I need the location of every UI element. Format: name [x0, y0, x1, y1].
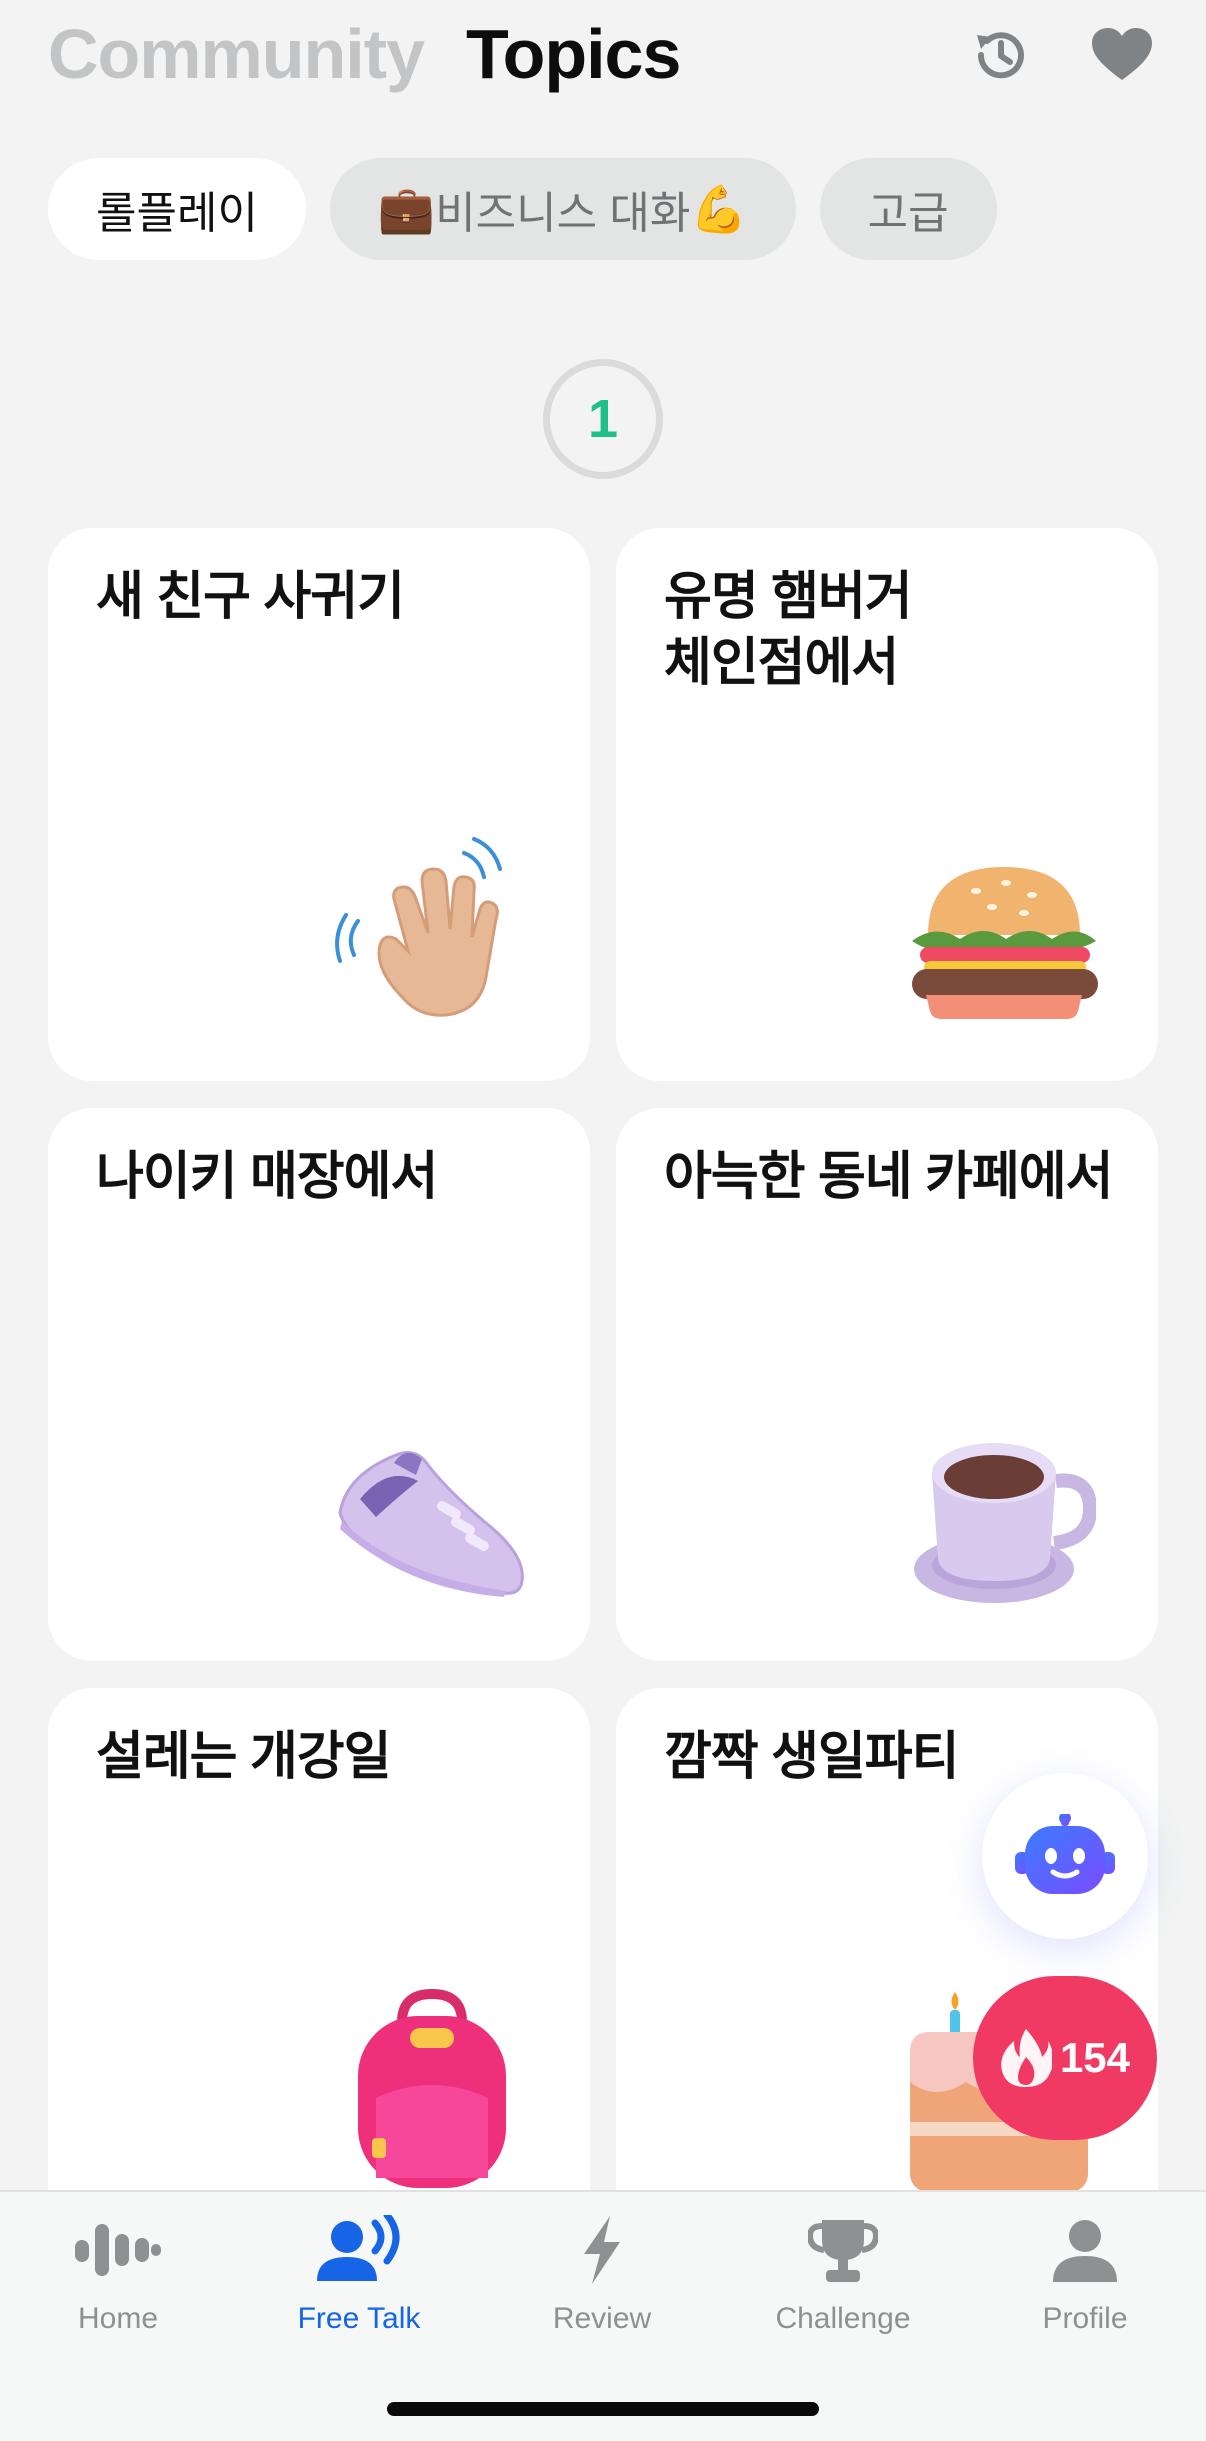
tab-free-talk[interactable]: Free Talk [259, 2210, 459, 2336]
tab-label: Home [77, 2302, 159, 2335]
flexed-biceps-icon: 💪 [690, 182, 748, 235]
topic-title: 설레는 개강일 [96, 1728, 391, 1786]
step-indicator: 1 [543, 359, 663, 479]
trophy-icon [798, 2210, 888, 2290]
top-header: Community Topics [0, 0, 1206, 120]
topic-title: 나이키 매장에서 [96, 1148, 438, 1206]
backpack-icon [354, 1988, 510, 2188]
tab-review[interactable]: Review [502, 2210, 702, 2336]
waving-hand-icon [334, 829, 530, 1025]
topic-title: 아늑한 동네 카페에서 [664, 1148, 1113, 1206]
chip-label: 비즈니스 대화 [435, 189, 691, 238]
topic-card[interactable]: 유명 햄버거 체인점에서 [616, 528, 1158, 1081]
tab-community[interactable]: Community [48, 14, 425, 94]
ai-bot-button[interactable] [982, 1773, 1148, 1939]
topic-card[interactable]: 깜짝 생일파티 [616, 1688, 1158, 2241]
topic-card[interactable]: 새 친구 사귀기 [48, 528, 590, 1081]
topic-card[interactable]: 설레는 개강일 [48, 1688, 590, 2241]
home-indicator[interactable] [387, 2402, 819, 2416]
streak-count: 154 [1059, 2034, 1131, 2081]
category-chips: 롤플레이 💼 비즈니스 대화 💪 고급 [48, 158, 997, 260]
tab-profile[interactable]: Profile [985, 2210, 1185, 2336]
tab-label: Profile [1042, 2302, 1128, 2335]
chip-advanced[interactable]: 고급 [819, 158, 997, 260]
topic-title: 깜짝 생일파티 [664, 1728, 959, 1786]
chip-label: 롤플레이 [96, 189, 258, 238]
chip-business[interactable]: 💼 비즈니스 대화 💪 [329, 158, 796, 260]
hamburger-icon [906, 861, 1102, 1021]
topic-title: 새 친구 사귀기 [96, 568, 405, 626]
tab-label: Challenge [775, 2302, 911, 2335]
heart-icon[interactable] [1087, 20, 1157, 90]
tab-home[interactable]: Home [18, 2210, 218, 2336]
topic-card[interactable]: 아늑한 동네 카페에서 [616, 1108, 1158, 1661]
fire-icon [1001, 2029, 1052, 2087]
briefcase-icon: 💼 [377, 182, 436, 235]
tab-topics[interactable]: Topics [466, 14, 681, 94]
person-icon [1040, 2210, 1130, 2290]
streak-button[interactable]: 154 [973, 1976, 1157, 2140]
topic-title: 유명 햄버거 체인점에서 [664, 568, 913, 692]
tab-challenge[interactable]: Challenge [743, 2210, 943, 2336]
robot-icon [1015, 1814, 1115, 1894]
speaking-person-icon [314, 2210, 404, 2290]
history-icon[interactable] [966, 20, 1036, 90]
topic-card[interactable]: 나이키 매장에서 [48, 1108, 590, 1661]
tab-label: Free Talk [297, 2302, 421, 2335]
chip-label: 고급 [867, 189, 949, 238]
sneaker-icon [336, 1405, 532, 1601]
chip-roleplay[interactable]: 롤플레이 [48, 158, 306, 260]
tab-label: Review [552, 2302, 652, 2335]
waveform-icon [73, 2210, 163, 2290]
lightning-icon [557, 2210, 647, 2290]
coffee-cup-icon [910, 1419, 1098, 1605]
